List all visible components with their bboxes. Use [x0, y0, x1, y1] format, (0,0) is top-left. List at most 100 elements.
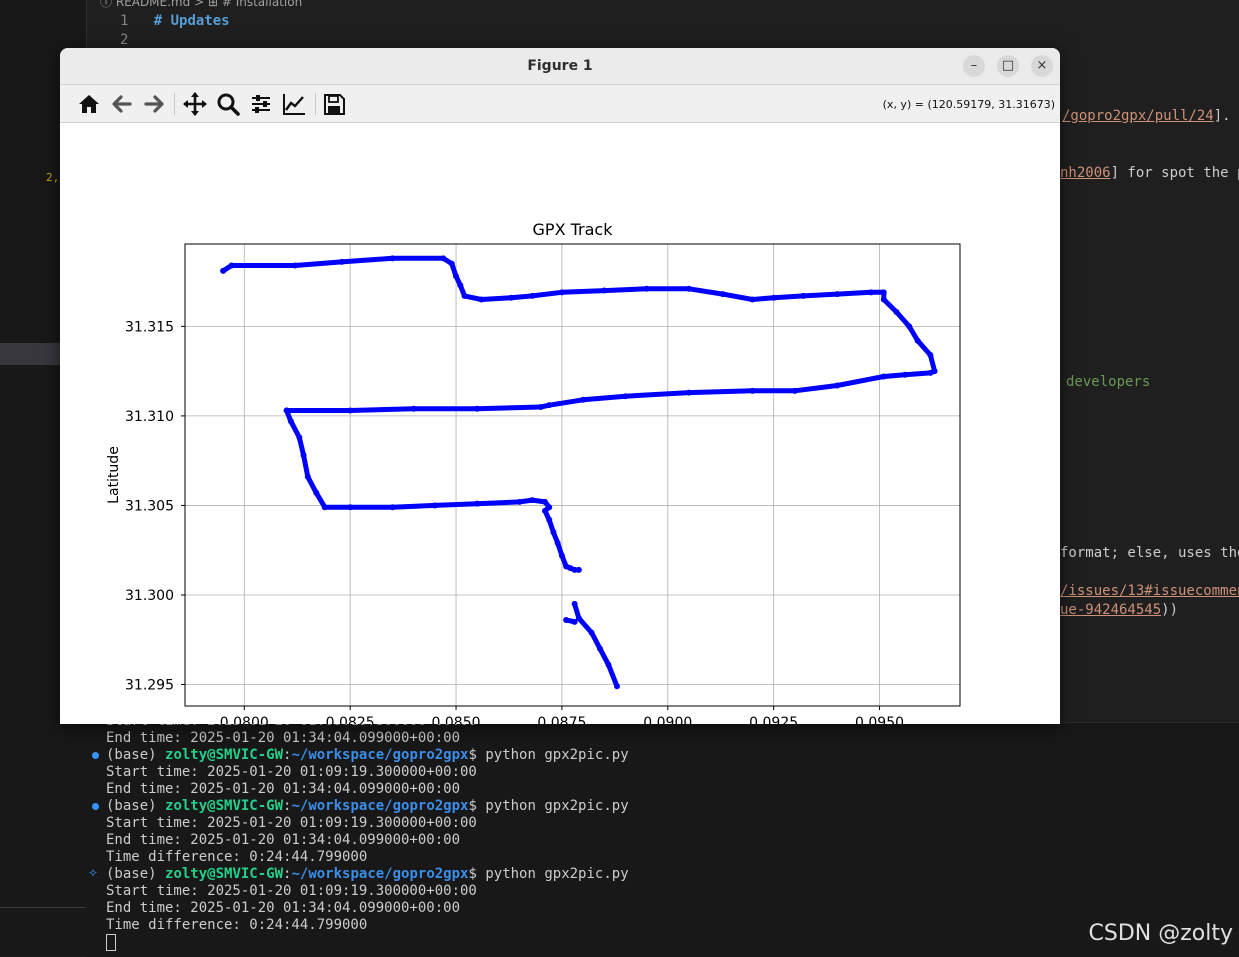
forward-button[interactable] [140, 90, 168, 118]
code-text: ] for spot the p [1110, 165, 1239, 181]
terminal-output-line: Start time: 2025-01-20 01:09:19.300000+0… [106, 883, 477, 899]
gutter-highlight [0, 343, 60, 365]
track-point [389, 504, 396, 511]
track-point [558, 289, 565, 296]
command-text: $ python gpx2pic.py [468, 747, 629, 763]
editor-snippet: developers [1066, 374, 1151, 390]
editor-line-2[interactable]: 2 [120, 32, 128, 48]
track-point [749, 296, 756, 303]
back-arrow-icon [112, 95, 132, 113]
code-link[interactable]: ue-942464545 [1060, 602, 1161, 618]
track-point [554, 540, 561, 547]
track-point [541, 507, 548, 514]
command-text: $ python gpx2pic.py [468, 798, 629, 814]
terminal-output-line: Start time: 2025-01-20 01:09:19.300000+0… [106, 764, 477, 780]
edit-axes-button[interactable] [280, 90, 308, 118]
track-point [601, 287, 608, 294]
x-tick-label: 0.0850 [432, 715, 481, 724]
y-tick-label: 31.305 [125, 498, 174, 514]
conda-env: (base) [106, 866, 166, 882]
x-tick-label: 0.0900 [643, 715, 692, 724]
code-link[interactable]: nh2006 [1060, 165, 1111, 181]
pan-button[interactable] [181, 90, 209, 118]
gutter-divider [0, 907, 86, 908]
home-icon [79, 95, 99, 113]
track-point [563, 617, 570, 624]
track-segment [284, 408, 582, 573]
code-text: )) [1161, 602, 1179, 618]
subplots-config-icon [252, 95, 270, 113]
y-axis-label: Latitude [106, 446, 122, 504]
pan-icon [183, 92, 207, 116]
figure-window: Figure 1 – □ × (x, y) = (120.59179, 31.3… [60, 48, 1060, 724]
track-point [440, 255, 447, 262]
subplots-button[interactable] [247, 90, 275, 118]
track-point [287, 418, 294, 425]
editor-snippet: nh2006] for spot the p [1060, 165, 1239, 181]
track-point [597, 645, 604, 652]
track-point [580, 396, 587, 403]
track-point [571, 618, 578, 625]
track-point [292, 262, 299, 269]
terminal-cursor-line [106, 934, 116, 952]
plot-canvas[interactable]: 0.0800 0.0825 0.0850 0.0875 0.0900 0.0925 0.09… [60, 123, 1060, 724]
editor-snippet: format; else, uses the [1060, 545, 1239, 561]
x-tick-label: 0.0825 [326, 715, 375, 724]
breadcrumb-section[interactable]: ⊞ # Installation [208, 0, 302, 9]
terminal-prompt-line: (base) zolty@SMVIC-GW:~/workspace/gopro2… [106, 866, 629, 882]
track-point [220, 267, 227, 274]
gutter-marker: 2, [46, 171, 60, 184]
track-point [622, 393, 629, 400]
track-point [575, 566, 582, 573]
track-point [613, 683, 620, 690]
terminal-output-line: End time: 2025-01-20 01:34:04.099000+00:… [106, 730, 461, 746]
x-tick-label: 0.0800 [220, 715, 269, 724]
track-point [901, 371, 908, 378]
track-point [474, 405, 481, 412]
code-link[interactable]: /issues/13#issuecommen [1060, 583, 1239, 599]
track-point [719, 291, 726, 298]
save-button[interactable] [320, 90, 348, 118]
home-button[interactable] [75, 90, 103, 118]
sparkle-icon[interactable]: ✧ [88, 866, 98, 880]
editor-snippet: /gopro2gpx/pull/24]. T [1062, 108, 1239, 124]
track-point [389, 255, 396, 262]
cursor-coordinates: (x, y) = (120.59179, 31.31673) [882, 98, 1055, 111]
breadcrumb-readme[interactable]: ⓘ README.md [100, 0, 190, 9]
plot-frame [184, 243, 961, 707]
terminal-cursor [106, 934, 116, 951]
track-point [338, 258, 345, 265]
terminal-panel[interactable]: Start time: 2025-01-20 01:09:19.300000+0… [86, 713, 1239, 957]
editor-snippet: ue-942464545)) [1060, 602, 1178, 618]
track-point [834, 382, 841, 389]
toolbar-separator [315, 93, 316, 115]
editor-line-1[interactable]: 1 # Updates [120, 13, 230, 29]
track-point [228, 262, 235, 269]
code-link[interactable]: /gopro2gpx/pull/24 [1062, 108, 1214, 124]
track-point [461, 292, 468, 299]
track-point [834, 291, 841, 298]
command-status-dot-icon[interactable] [92, 752, 99, 759]
track-point [448, 260, 455, 267]
track-point [550, 529, 557, 536]
track-point [457, 282, 464, 289]
terminal-output-line: End time: 2025-01-20 01:34:04.099000+00:… [106, 832, 461, 848]
back-button[interactable] [108, 90, 136, 118]
axes-edit-icon [283, 94, 305, 115]
track-point [296, 434, 303, 441]
terminal-prompt-line: (base) zolty@SMVIC-GW:~/workspace/gopro2… [106, 798, 629, 814]
zoom-button[interactable] [214, 90, 242, 118]
close-button[interactable]: × [1031, 55, 1053, 77]
user-host: zolty@SMVIC-GW [165, 798, 284, 814]
maximize-button[interactable]: □ [997, 55, 1019, 77]
track-point [927, 369, 934, 376]
track-point [749, 387, 756, 394]
window-titlebar[interactable]: Figure 1 – □ × [60, 48, 1060, 85]
user-host: zolty@SMVIC-GW [165, 747, 284, 763]
minimize-button[interactable]: – [963, 55, 985, 77]
y-tick-label: 31.300 [125, 588, 174, 604]
track-point [474, 500, 481, 507]
track-point [516, 498, 523, 505]
command-status-dot-icon[interactable] [92, 803, 99, 810]
track-segment [220, 255, 938, 413]
